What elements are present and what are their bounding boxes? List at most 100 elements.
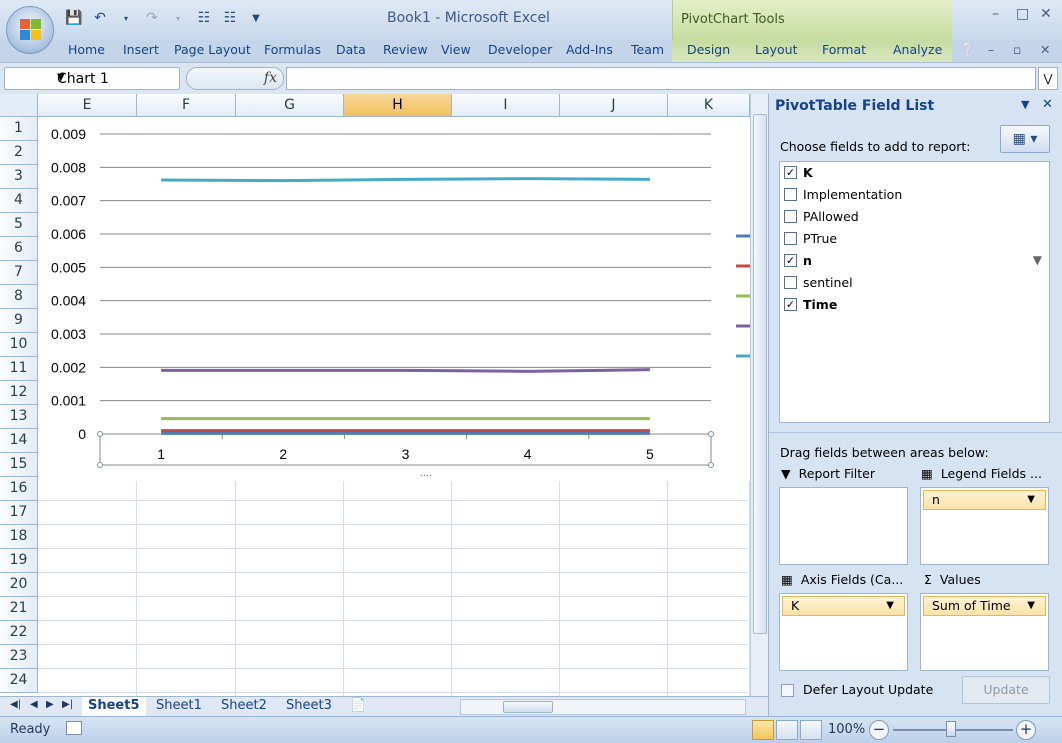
tab-design[interactable]: Design <box>687 42 730 57</box>
zoom-out-button[interactable]: − <box>869 720 889 740</box>
zoom-in-button[interactable]: + <box>1016 720 1036 740</box>
row-header[interactable]: 17 <box>0 501 38 525</box>
row-header[interactable]: 14 <box>0 429 38 453</box>
name-box[interactable]: Chart 1 ▼ <box>4 67 180 90</box>
formula-input[interactable] <box>286 67 1036 90</box>
expand-formula-bar-icon[interactable]: ⋁ <box>1038 67 1058 90</box>
tab-add-ins[interactable]: Add-Ins <box>566 42 613 57</box>
ribbon-close-icon[interactable]: ✕ <box>1040 42 1050 57</box>
field-item-n[interactable]: ✓ n ▼ <box>784 250 1046 270</box>
close-icon[interactable]: ✕ <box>1040 6 1052 22</box>
tab-analyze[interactable]: Analyze <box>893 42 942 57</box>
field-checkbox[interactable] <box>784 187 797 201</box>
row-header[interactable]: 9 <box>0 309 38 333</box>
column-header[interactable]: I <box>452 94 560 117</box>
row-header[interactable]: 6 <box>0 237 38 261</box>
tab-insert[interactable]: Insert <box>123 42 159 57</box>
chevron-down-icon[interactable]: ▼ <box>1027 597 1035 615</box>
tab-view[interactable]: View <box>441 42 471 57</box>
field-checkbox[interactable] <box>784 209 797 223</box>
insert-function-icon[interactable]: fx <box>264 70 277 86</box>
last-sheet-icon[interactable]: ▶| <box>62 699 73 710</box>
restore-icon[interactable]: □ <box>1016 6 1029 22</box>
pane-divider[interactable] <box>769 432 1062 433</box>
row-header[interactable]: 16 <box>0 477 38 501</box>
plot-area-handle[interactable] <box>97 431 103 437</box>
row-header[interactable]: 23 <box>0 645 38 669</box>
axis-fields-drop-area[interactable]: K ▼ <box>779 593 908 671</box>
tab-team[interactable]: Team <box>631 42 664 57</box>
horizontal-scroll-thumb[interactable] <box>503 701 553 713</box>
tab-review[interactable]: Review <box>383 42 428 57</box>
plot-area-handle[interactable] <box>708 462 714 468</box>
series-line[interactable] <box>161 368 650 373</box>
row-header[interactable]: 22 <box>0 621 38 645</box>
column-header[interactable]: J <box>560 94 668 117</box>
vertical-scrollbar[interactable] <box>750 94 768 696</box>
save-icon[interactable]: 💾 <box>64 8 84 28</box>
chevron-down-icon[interactable]: ▼ <box>1027 491 1035 509</box>
field-item-k[interactable]: ✓ K <box>784 162 1046 182</box>
pivot-chart[interactable]: 0.009 0.008 0.007 0.006 0.005 0.004 0.003 0.002… <box>38 117 750 481</box>
normal-view-button[interactable] <box>752 720 774 740</box>
hierarchy-icon[interactable]: ☷ <box>220 8 240 28</box>
row-header[interactable]: 21 <box>0 597 38 621</box>
field-checkbox[interactable]: ✓ <box>784 165 797 179</box>
undo-dropdown-icon[interactable]: ▾ <box>116 8 136 28</box>
legend-field-chip[interactable]: n ▼ <box>923 490 1046 510</box>
ribbon-minimize-icon[interactable]: – <box>988 42 994 57</box>
row-header[interactable]: 5 <box>0 213 38 237</box>
vertical-scroll-thumb[interactable] <box>753 114 767 634</box>
column-header-selected[interactable]: H <box>344 94 452 117</box>
next-sheet-icon[interactable]: ▶ <box>46 699 54 710</box>
defer-layout-checkbox[interactable] <box>781 684 794 697</box>
tab-developer[interactable]: Developer <box>488 42 552 57</box>
axis-field-chip[interactable]: K ▼ <box>782 596 905 616</box>
pane-options-icon[interactable]: ▼ <box>1021 98 1029 111</box>
row-header[interactable]: 7 <box>0 261 38 285</box>
row-header[interactable]: 8 <box>0 285 38 309</box>
field-checkbox[interactable]: ✓ <box>784 297 797 311</box>
plot-area-handle[interactable] <box>708 431 714 437</box>
tab-home[interactable]: Home <box>68 42 105 57</box>
undo-icon[interactable]: ↶ <box>90 8 110 28</box>
prev-sheet-icon[interactable]: ◀ <box>30 699 38 710</box>
page-layout-view-button[interactable] <box>776 720 798 740</box>
field-item-pallowed[interactable]: PAllowed <box>784 206 1046 226</box>
insert-sheet-icon[interactable]: 📄 <box>344 697 372 716</box>
column-header[interactable]: K <box>668 94 750 117</box>
zoom-level[interactable]: 100% <box>828 722 865 737</box>
select-all-corner[interactable] <box>0 94 38 117</box>
tab-data[interactable]: Data <box>336 42 366 57</box>
values-drop-area[interactable]: Sum of Time ▼ <box>920 593 1049 671</box>
field-item-implementation[interactable]: Implementation <box>784 184 1046 204</box>
tab-layout[interactable]: Layout <box>755 42 798 57</box>
field-checkbox[interactable] <box>784 231 797 245</box>
office-button[interactable] <box>6 6 54 54</box>
page-break-view-button[interactable] <box>800 720 822 740</box>
hierarchy-icon[interactable]: ☷ <box>194 8 214 28</box>
row-header[interactable]: 19 <box>0 549 38 573</box>
minimize-icon[interactable]: – <box>992 6 999 22</box>
chevron-down-icon[interactable]: ▼ <box>57 72 175 83</box>
values-field-chip[interactable]: Sum of Time ▼ <box>923 596 1046 616</box>
row-header[interactable]: 2 <box>0 141 38 165</box>
row-header[interactable]: 20 <box>0 573 38 597</box>
pane-close-icon[interactable]: ✕ <box>1042 97 1053 112</box>
plot-area-handle[interactable] <box>97 462 103 468</box>
series-line[interactable] <box>161 177 650 183</box>
record-macro-icon[interactable] <box>66 721 82 735</box>
field-checkbox[interactable] <box>784 275 797 289</box>
row-header[interactable]: 18 <box>0 525 38 549</box>
zoom-slider-thumb[interactable] <box>946 721 956 737</box>
update-button[interactable]: Update <box>962 676 1050 704</box>
report-filter-drop-area[interactable] <box>779 487 908 565</box>
chart-resize-handle[interactable]: ···· <box>420 471 433 481</box>
row-header[interactable]: 10 <box>0 333 38 357</box>
column-header[interactable]: F <box>137 94 236 117</box>
column-header[interactable]: E <box>38 94 137 117</box>
field-item-sentinel[interactable]: sentinel <box>784 272 1046 292</box>
sheet-tab-sheet5[interactable]: Sheet5 <box>82 697 146 716</box>
field-list-layout-button[interactable]: ▦ ▾ <box>1000 125 1050 153</box>
row-header[interactable]: 3 <box>0 165 38 189</box>
